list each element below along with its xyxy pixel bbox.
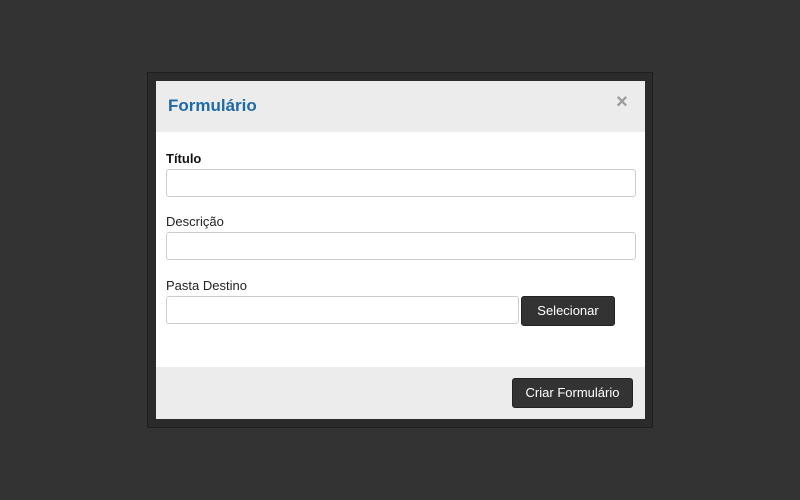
- modal-title: Formulário: [168, 96, 257, 115]
- form-modal: Formulário × Título Descrição Pasta Dest…: [156, 81, 645, 419]
- create-form-button[interactable]: Criar Formulário: [512, 378, 633, 408]
- select-folder-button[interactable]: Selecionar: [521, 296, 615, 326]
- description-label: Descrição: [166, 214, 224, 229]
- title-input[interactable]: [166, 169, 636, 197]
- modal-body: Título Descrição Pasta Destino Seleciona…: [156, 132, 645, 367]
- destination-folder-label: Pasta Destino: [166, 278, 247, 293]
- description-input[interactable]: [166, 232, 636, 260]
- modal-header: Formulário ×: [156, 81, 645, 132]
- modal-footer: Criar Formulário: [156, 367, 645, 419]
- close-icon[interactable]: ×: [613, 92, 631, 112]
- destination-folder-input[interactable]: [166, 296, 519, 324]
- title-label: Título: [166, 151, 202, 166]
